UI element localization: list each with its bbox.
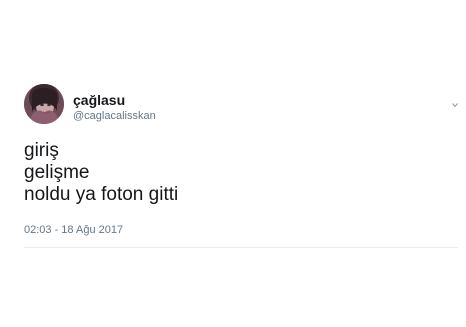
username-handle[interactable]: @caglacalisskan	[73, 110, 156, 123]
tweet-line: giriş	[24, 140, 59, 161]
chevron-down-icon[interactable]	[452, 102, 458, 108]
avatar[interactable]	[24, 84, 64, 124]
tweet-line: noldu ya foton gitti	[24, 184, 179, 205]
display-name[interactable]: çağlasu	[73, 92, 125, 108]
page: çağlasu @caglacalisskan giriş gelişme no…	[0, 0, 466, 327]
tweet-timestamp[interactable]: 02:03 - 18 Ağu 2017	[24, 224, 123, 237]
tweet-text: giriş gelişme noldu ya foton gitti	[24, 140, 178, 206]
tweet-card: çağlasu @caglacalisskan giriş gelişme no…	[24, 84, 458, 248]
avatar-image	[24, 84, 64, 124]
tweet-line: gelişme	[24, 162, 90, 183]
divider	[24, 247, 458, 248]
